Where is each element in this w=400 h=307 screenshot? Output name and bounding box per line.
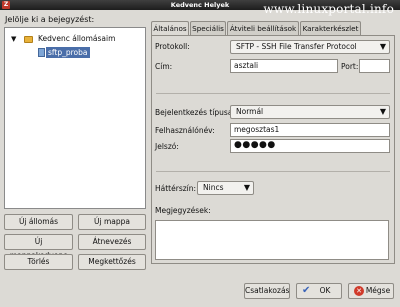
delete-button[interactable]: Törlés [4,254,73,270]
logon-type-label: Bejelentkezés típusa: [155,108,235,117]
dropdown-arrow-icon: ▼ [379,42,386,51]
title-bar: Z Kedvenc Helyek www.linuxportal.info [0,0,400,16]
protocol-label: Protokoll: [155,42,190,51]
ok-check-icon: ✔ [302,285,311,296]
general-tab-panel: Protokoll: SFTP - SSH File Transfer Prot… [151,35,395,264]
site-tree[interactable]: ▼ Kedvenc állomásaim sftp_proba [4,27,146,209]
folder-icon [24,36,33,43]
logon-type-select[interactable]: Normál ▼ [230,105,390,119]
duplicate-button[interactable]: Megkettőzés [78,254,146,270]
dropdown-arrow-icon: ▼ [379,107,386,116]
site-icon [38,48,45,57]
username-label: Felhasználónév: [155,126,215,135]
background-color-select[interactable]: Nincs ▼ [197,181,254,195]
cancel-button[interactable]: ✕ Mégse [348,283,394,299]
separator [156,171,390,172]
password-label: Jelszó: [155,142,179,151]
password-input[interactable]: ●●●●● [230,139,390,153]
host-label: Cím: [155,62,173,71]
ok-button[interactable]: ✔ OK [296,283,342,299]
background-color-label: Háttérszín: [155,184,197,193]
expand-triangle-icon[interactable]: ▼ [11,35,16,43]
logon-type-value: Normál [236,107,264,116]
rename-button[interactable]: Átnevezés [78,234,146,250]
select-entry-label: Jelölje ki a bejegyzést: [5,15,95,24]
protocol-value: SFTP - SSH File Transfer Protocol [236,42,357,51]
username-input[interactable]: megosztas1 [230,123,390,137]
comments-label: Megjegyzések: [155,206,211,215]
dropdown-arrow-icon: ▼ [243,183,250,192]
port-input[interactable] [359,59,390,73]
tree-item-sftp-proba[interactable]: sftp_proba [46,47,90,58]
protocol-select[interactable]: SFTP - SSH File Transfer Protocol ▼ [230,40,390,54]
comments-textarea[interactable] [155,220,389,260]
site-manager-window: Z Kedvenc Helyek www.linuxportal.info Je… [0,0,400,307]
background-color-value: Nincs [203,183,224,192]
new-folder-button[interactable]: Új mappa [78,214,146,230]
tree-item-favorites-folder[interactable]: Kedvenc állomásaim [38,33,115,44]
host-input[interactable]: asztali [230,59,338,73]
separator [156,93,390,94]
connect-button[interactable]: Csatlakozás [244,283,290,299]
tab-strip: Általános Speciális Átviteli beállítások… [151,21,395,37]
port-label: Port: [341,62,359,71]
tab-advanced[interactable]: Speciális [190,21,226,36]
tab-transfer-settings[interactable]: Átviteli beállítások [227,21,299,36]
new-bookmark-button[interactable]: Új mappakedvenc [4,234,73,260]
cancel-x-icon: ✕ [354,286,364,296]
tab-charset[interactable]: Karakterkészlet [300,21,361,36]
new-site-button[interactable]: Új állomás [4,214,73,230]
watermark: www.linuxportal.info [263,2,394,16]
ok-label: OK [319,286,331,295]
